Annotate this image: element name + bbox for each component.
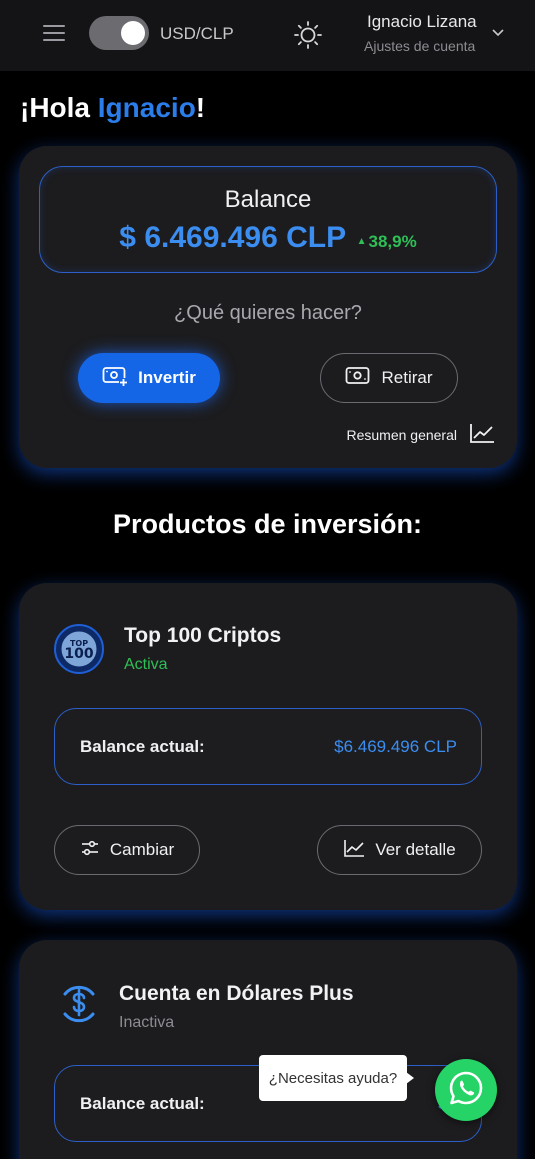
product-status: Inactiva bbox=[119, 1014, 175, 1031]
balance-change-badge: ▲ 38,9% bbox=[357, 232, 417, 251]
view-detail-button[interactable]: Ver detalle bbox=[317, 825, 482, 875]
sun-icon[interactable] bbox=[293, 20, 323, 50]
money-icon bbox=[345, 365, 371, 392]
greeting-prefix: ¡Hola bbox=[20, 92, 98, 123]
balance-title: Balance bbox=[224, 186, 312, 213]
product-balance-label: Balance actual: bbox=[80, 1094, 205, 1113]
chart-line-icon bbox=[469, 422, 495, 447]
up-arrow-icon: ▲ bbox=[356, 236, 367, 247]
money-add-icon bbox=[102, 365, 129, 392]
greeting-heading: ¡Hola Ignacio! bbox=[20, 92, 205, 124]
product-balance-value: $6.469.496 CLP bbox=[334, 737, 457, 756]
change-product-label: Cambiar bbox=[109, 840, 175, 859]
invest-button[interactable]: Invertir bbox=[78, 353, 220, 403]
product-balance-label: Balance actual: bbox=[80, 737, 205, 756]
balance-summary-box: Balance $ 6.469.496 CLP ▲ 38,9% bbox=[39, 166, 497, 273]
currency-toggle[interactable] bbox=[89, 16, 149, 50]
product-status: Activa bbox=[124, 656, 168, 673]
sliders-icon bbox=[80, 839, 100, 862]
action-question: ¿Qué quieres hacer? bbox=[174, 302, 362, 324]
greeting-user-name: Ignacio bbox=[97, 92, 196, 123]
dollar-coin-icon bbox=[55, 980, 107, 1032]
toggle-knob bbox=[121, 21, 145, 45]
help-tooltip: ¿Necesitas ayuda? bbox=[259, 1055, 414, 1101]
product-card-dollars-plus: Cuenta en Dólares Plus Inactiva Balance … bbox=[19, 940, 517, 1159]
product-title: Top 100 Criptos bbox=[124, 624, 282, 647]
top100-logo-icon: TOP 100 bbox=[53, 623, 105, 675]
balance-change-value: 38,9% bbox=[368, 232, 417, 251]
change-product-button[interactable]: Cambiar bbox=[54, 825, 200, 875]
whatsapp-icon bbox=[448, 1070, 484, 1111]
top100-logo-text-bottom: 100 bbox=[64, 646, 93, 662]
withdraw-button-label: Retirar bbox=[381, 368, 433, 387]
chart-line-icon bbox=[343, 838, 365, 863]
currency-toggle-label: USD/CLP bbox=[160, 24, 234, 43]
view-detail-label: Ver detalle bbox=[375, 840, 456, 859]
user-name[interactable]: Ignacio Lizana bbox=[367, 12, 477, 32]
whatsapp-chat-button[interactable] bbox=[435, 1059, 497, 1121]
invest-button-label: Invertir bbox=[138, 368, 196, 387]
chevron-down-icon[interactable] bbox=[491, 26, 505, 40]
product-title: Cuenta en Dólares Plus bbox=[119, 982, 354, 1005]
product-balance-box: Balance actual: $6.469.496 CLP bbox=[54, 708, 482, 785]
products-section-title: Productos de inversión: bbox=[112, 509, 423, 539]
product-card-top100: TOP 100 Top 100 Criptos Activa Balance a… bbox=[19, 583, 517, 910]
balance-amount: $ 6.469.496 CLP bbox=[119, 221, 347, 254]
general-summary-link[interactable]: Resumen general bbox=[346, 422, 495, 447]
greeting-suffix: ! bbox=[195, 92, 206, 123]
account-settings-link[interactable]: Ajustes de cuenta bbox=[364, 38, 475, 54]
balance-card: Balance $ 6.469.496 CLP ▲ 38,9% ¿Qué quie… bbox=[19, 146, 517, 468]
top-bar: USD/CLP Ignacio Lizana Ajustes de cuenta bbox=[0, 0, 535, 71]
hamburger-menu-icon[interactable] bbox=[40, 22, 68, 44]
general-summary-label: Resumen general bbox=[346, 426, 457, 443]
balance-row: $ 6.469.496 CLP ▲ 38,9% bbox=[40, 221, 496, 255]
withdraw-button[interactable]: Retirar bbox=[320, 353, 458, 403]
